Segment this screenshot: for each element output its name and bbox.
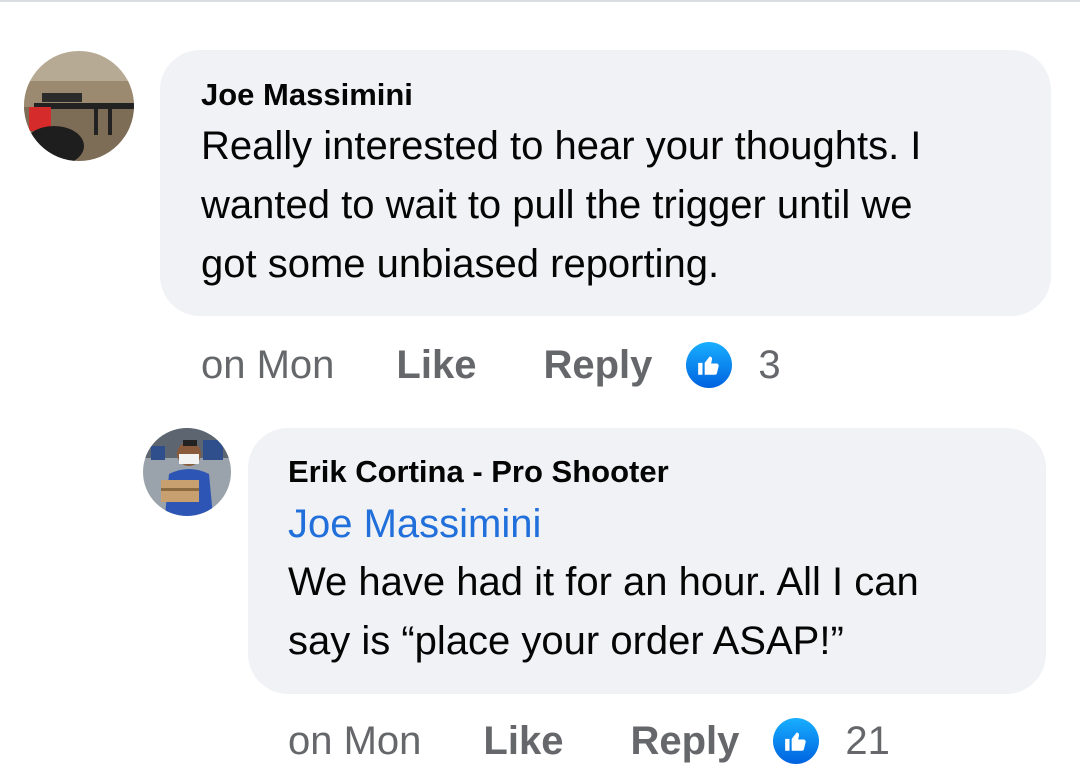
avatar-photo: [143, 428, 231, 516]
comment-author[interactable]: Erik Cortina - Pro Shooter: [288, 454, 669, 490]
comment-text-line: wanted to wait to pull the trigger until…: [201, 183, 913, 227]
comment-actions: on Mon Like Reply 21: [288, 716, 890, 766]
comment-text-line: say is “place your order ASAP!”: [288, 619, 844, 663]
mentioned-user-link[interactable]: Joe Massimini: [288, 500, 541, 548]
avatar[interactable]: [143, 428, 231, 516]
comment-text-line: got some unbiased reporting.: [201, 242, 720, 286]
comment-text: We have had it for an hour. All I can sa…: [288, 553, 1028, 671]
reply-button[interactable]: Reply: [543, 343, 652, 388]
reaction-count[interactable]: 3: [758, 343, 780, 388]
avatar[interactable]: [24, 51, 134, 161]
top-divider: [0, 0, 1080, 2]
comment-text-line: We have had it for an hour. All I can: [288, 560, 919, 604]
reply-button[interactable]: Reply: [630, 719, 739, 764]
like-icon[interactable]: [773, 718, 820, 764]
reaction-count[interactable]: 21: [845, 719, 890, 764]
like-button[interactable]: Like: [483, 719, 563, 764]
avatar-photo: [24, 51, 134, 161]
comment-text: Really interested to hear your thoughts.…: [201, 117, 1031, 294]
like-button[interactable]: Like: [396, 343, 476, 388]
comment-author[interactable]: Joe Massimini: [201, 77, 413, 113]
comment-timestamp[interactable]: on Mon: [288, 719, 421, 764]
comment-text-line: Really interested to hear your thoughts.…: [201, 124, 922, 168]
comment-actions: on Mon Like Reply 3: [201, 340, 781, 390]
comment-timestamp[interactable]: on Mon: [201, 343, 334, 388]
like-icon[interactable]: [686, 342, 733, 388]
